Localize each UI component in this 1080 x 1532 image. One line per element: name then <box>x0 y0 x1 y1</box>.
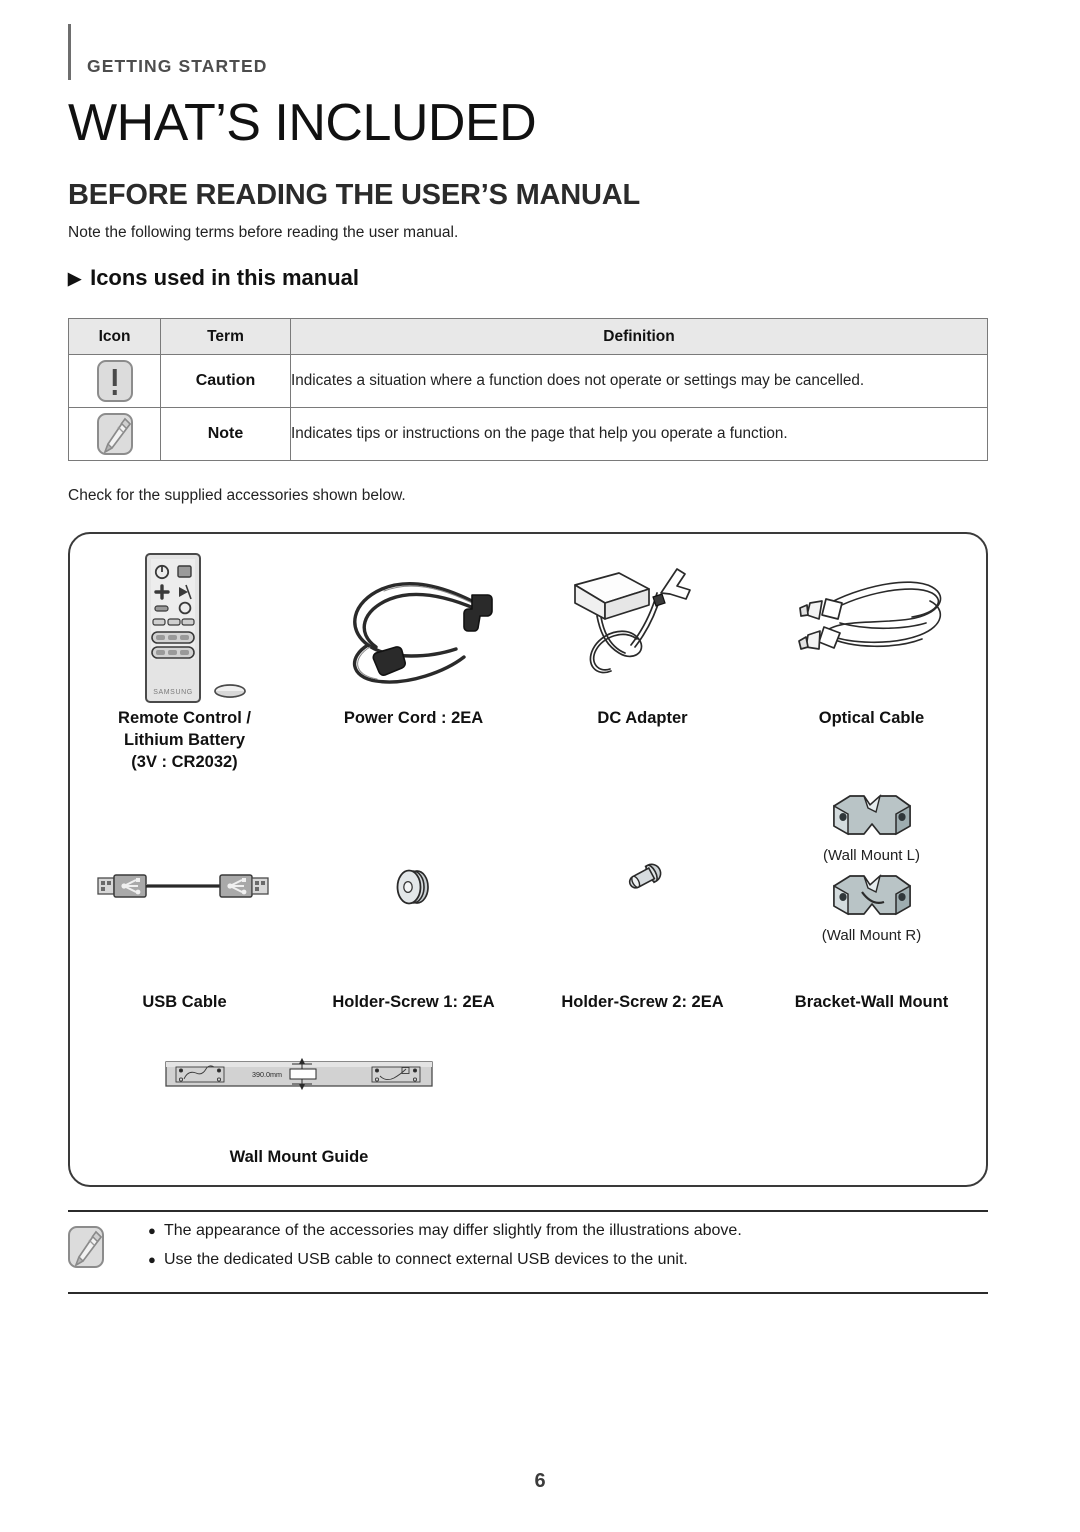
definition-note: Indicates tips or instructions on the pa… <box>290 407 988 461</box>
caution-icon <box>96 360 133 402</box>
wall-mount-l-label: (Wall Mount L) <box>823 847 920 864</box>
accessory-wall-mount-guide: 390.0mm Wall Mount Guide <box>70 1029 528 1169</box>
accessories-row-1: SAMSUNG Remote Control / Lithium Battery… <box>70 548 986 773</box>
triangle-bullet-icon: ▶ <box>68 268 82 288</box>
wall-mount-r-icon <box>826 870 918 925</box>
notes-icon-wrap <box>68 1222 124 1268</box>
list-item: ● Use the dedicated USB cable to connect… <box>148 1251 988 1269</box>
column-header-icon: Icon <box>68 318 161 355</box>
accessories-intro: Check for the supplied accessories shown… <box>68 487 406 504</box>
power-cord-icon <box>324 548 504 708</box>
wall-mount-l-icon <box>826 790 918 845</box>
accessories-panel: SAMSUNG Remote Control / Lithium Battery… <box>68 532 988 1187</box>
accessory-label: Remote Control / Lithium Battery (3V : C… <box>118 709 251 771</box>
page-number: 6 <box>534 1470 546 1492</box>
accessory-usb-cable: USB Cable <box>70 784 299 1014</box>
table-row: Caution Indicates a situation where a fu… <box>68 354 988 408</box>
notes-bottom-rule <box>68 1292 988 1294</box>
accessory-label: Wall Mount Guide <box>229 1148 369 1166</box>
page-title: WHAT’S INCLUDED <box>68 94 537 152</box>
guide-dimension-text: 390.0mm <box>252 1070 282 1079</box>
caution-icon-cell <box>68 354 161 408</box>
accessory-label: Power Cord : 2EA <box>343 709 484 727</box>
holder-screw-1-icon <box>369 784 459 992</box>
note-icon <box>96 413 133 455</box>
remote-control-icon: SAMSUNG <box>110 548 260 708</box>
dc-adapter-icon <box>553 548 733 708</box>
icon-legend-table: Icon Term Definition Caution Indicates a… <box>68 318 988 461</box>
accessory-label: Bracket-Wall Mount <box>794 993 949 1012</box>
column-header-term: Term <box>160 318 291 355</box>
accessory-label: Holder-Screw 2: 2EA <box>561 993 724 1012</box>
manual-page: GETTING STARTED WHAT’S INCLUDED BEFORE R… <box>0 0 1080 1532</box>
accessories-row-2: USB Cable Holder-Screw 1: 2EA Holder-Scr… <box>70 784 986 1014</box>
optical-cable-icon <box>782 548 962 708</box>
wall-mount-r-label: (Wall Mount R) <box>821 927 922 944</box>
accessory-power-cord: Power Cord : 2EA <box>299 548 528 773</box>
usb-cable-icon <box>90 784 280 992</box>
accessory-remote-control: SAMSUNG Remote Control / Lithium Battery… <box>70 548 299 773</box>
table-row: Note Indicates tips or instructions on t… <box>68 407 988 461</box>
subsection-heading: ▶ Icons used in this manual <box>68 265 359 291</box>
wall-mount-guide-icon: 390.0mm <box>164 1029 434 1119</box>
accessory-label: DC Adapter <box>597 709 688 727</box>
svg-text:SAMSUNG: SAMSUNG <box>153 689 193 696</box>
note-icon <box>68 1226 104 1268</box>
term-caution: Caution <box>160 354 291 408</box>
holder-screw-2-icon <box>603 784 683 992</box>
accessories-row-3: 390.0mm Wall Mount Guide <box>70 1029 528 1169</box>
accessory-label: USB Cable <box>142 993 227 1012</box>
bullet-icon: ● <box>148 1252 156 1267</box>
eyebrow-label: GETTING STARTED <box>87 55 268 76</box>
accessory-optical-cable: Optical Cable <box>757 548 986 773</box>
section-intro: Note the following terms before reading … <box>68 224 459 241</box>
chapter-eyebrow: GETTING STARTED <box>68 24 267 80</box>
notes-list: ● The appearance of the accessories may … <box>124 1222 988 1280</box>
column-header-definition: Definition <box>290 318 988 355</box>
section-title: BEFORE READING THE USER’S MANUAL <box>68 179 641 211</box>
accessory-label: Optical Cable <box>818 709 925 727</box>
subsection-title: Icons used in this manual <box>90 265 360 290</box>
note-text: Use the dedicated USB cable to connect e… <box>164 1251 688 1268</box>
accessory-holder-screw-1: Holder-Screw 1: 2EA <box>299 784 528 1014</box>
accessory-bracket-wall-mount: (Wall Mount L) (Wall Mount R) Bracket-Wa… <box>757 784 986 1014</box>
accessory-holder-screw-2: Holder-Screw 2: 2EA <box>528 784 757 1014</box>
table-header-row: Icon Term Definition <box>68 318 988 355</box>
note-icon-cell <box>68 407 161 461</box>
definition-caution: Indicates a situation where a function d… <box>290 354 988 408</box>
note-text: The appearance of the accessories may di… <box>164 1222 742 1239</box>
bullet-icon: ● <box>148 1223 156 1238</box>
accessory-dc-adapter: DC Adapter <box>528 548 757 773</box>
list-item: ● The appearance of the accessories may … <box>148 1222 988 1240</box>
accessory-label: Holder-Screw 1: 2EA <box>332 993 495 1012</box>
eyebrow-rule <box>68 24 71 80</box>
term-note: Note <box>160 407 291 461</box>
notes-section: ● The appearance of the accessories may … <box>68 1210 988 1294</box>
